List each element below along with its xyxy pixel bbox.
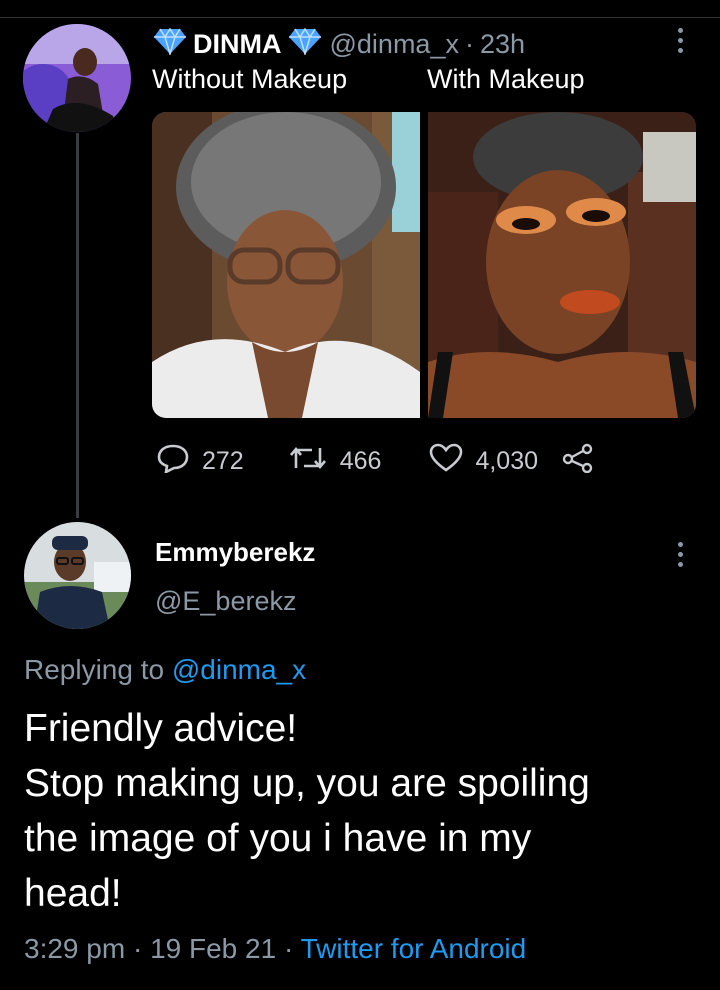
- like-count: 4,030: [475, 447, 538, 475]
- tweet-actions: 272 466 4,030: [156, 443, 606, 480]
- replying-prefix: Replying to: [24, 654, 165, 685]
- tweet-time[interactable]: 23h: [480, 29, 525, 60]
- reply-date: 19 Feb 21: [150, 933, 277, 964]
- thread-connector: [76, 133, 79, 518]
- like-action[interactable]: 4,030: [429, 443, 538, 480]
- reply-more-options-icon[interactable]: [677, 542, 685, 572]
- reply-text-line: Stop making up, you are spoiling: [24, 762, 590, 805]
- author-name[interactable]: DINMA: [193, 29, 282, 60]
- more-options-icon[interactable]: [677, 28, 685, 58]
- heart-icon: [429, 443, 475, 480]
- author-avatar[interactable]: [23, 24, 131, 132]
- replying-to: Replying to @dinma_x: [24, 654, 306, 686]
- caption-without-makeup: Without Makeup: [152, 64, 348, 94]
- share-action[interactable]: [562, 443, 606, 480]
- replying-mention-link[interactable]: @dinma_x: [172, 654, 306, 685]
- reply-source-link[interactable]: Twitter for Android: [301, 933, 527, 964]
- reply-author-name[interactable]: Emmyberekz: [155, 537, 315, 568]
- separator-dot: ·: [464, 29, 474, 59]
- share-icon: [562, 443, 606, 480]
- reply-action[interactable]: 272: [156, 443, 244, 480]
- retweet-count: 466: [339, 447, 382, 475]
- reply-count: 272: [202, 447, 244, 475]
- reply-bubble-icon: [156, 443, 202, 480]
- retweet-action[interactable]: 466: [288, 444, 382, 479]
- reply-text-line: the image of you i have in my: [24, 817, 532, 860]
- verified-diamond-icon: [288, 27, 322, 62]
- reply-text-line: head!: [24, 872, 122, 915]
- meta-dot: ·: [283, 933, 294, 964]
- reply-meta: 3:29 pm · 19 Feb 21 · Twitter for Androi…: [24, 933, 526, 965]
- verified-diamond-icon: [153, 27, 187, 62]
- reply-author-avatar[interactable]: [24, 522, 131, 629]
- reply-text-line: Friendly advice!: [24, 707, 298, 750]
- tweet-header: DINMA @dinma_x · 23h: [153, 27, 525, 62]
- reply-time: 3:29 pm: [24, 933, 126, 964]
- meta-dot: ·: [132, 933, 143, 964]
- reply-author-handle[interactable]: @E_berekz: [155, 586, 296, 617]
- top-divider: [0, 17, 720, 18]
- retweet-icon: [288, 444, 340, 479]
- author-handle[interactable]: @dinma_x: [330, 29, 459, 60]
- reply-text: Friendly advice! Stop making up, you are…: [24, 701, 694, 921]
- photo-without-makeup[interactable]: [152, 112, 420, 418]
- photo-with-makeup[interactable]: [428, 112, 696, 418]
- caption-with-makeup: With Makeup: [427, 64, 585, 94]
